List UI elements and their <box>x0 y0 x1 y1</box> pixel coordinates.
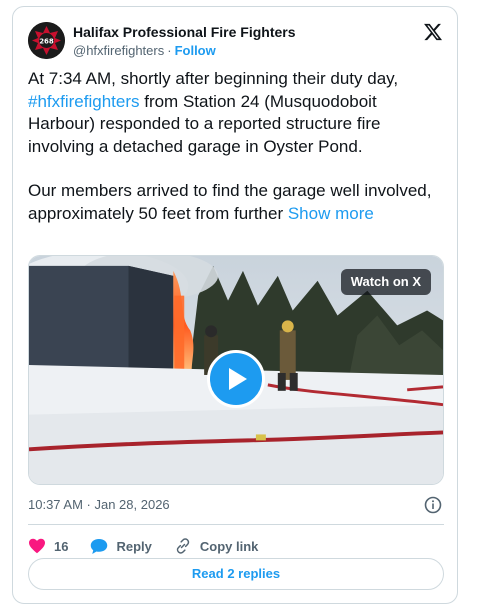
hashtag-link[interactable]: #hfxfirefighters <box>28 92 140 111</box>
play-icon <box>229 368 247 390</box>
separator: · <box>167 43 172 58</box>
action-bar: 16 Reply Copy link <box>28 532 280 560</box>
like-count: 16 <box>54 538 69 554</box>
author-meta: @hfxfirefighters · Follow <box>73 43 216 58</box>
tweet-text-segment: At 7:34 AM, shortly after beginning thei… <box>28 69 399 88</box>
show-more-link[interactable]: Show more <box>288 204 374 223</box>
author-name[interactable]: Halifax Professional Fire Fighters <box>73 24 296 40</box>
tweet-paragraph-2: Our members arrived to find the garage w… <box>28 180 443 225</box>
tweet-timestamp[interactable]: 10:37 AM · Jan 28, 2026 <box>28 497 170 512</box>
reply-label: Reply <box>116 538 152 554</box>
tweet-card: 268 Halifax Professional Fire Fighters @… <box>12 6 458 604</box>
divider <box>28 524 444 525</box>
x-logo-icon[interactable] <box>423 22 443 42</box>
link-icon <box>176 538 190 554</box>
tweet-paragraph-1: At 7:34 AM, shortly after beginning thei… <box>28 68 443 158</box>
avatar-badge-number: 268 <box>39 38 54 46</box>
reply-bubble-icon <box>91 538 108 554</box>
play-button[interactable] <box>207 350 265 408</box>
tweet-text: At 7:34 AM, shortly after beginning thei… <box>28 68 443 225</box>
follow-button[interactable]: Follow <box>175 43 216 58</box>
author-handle[interactable]: @hfxfirefighters <box>73 43 164 58</box>
copy-link-label: Copy link <box>199 538 259 554</box>
heart-icon <box>29 538 45 554</box>
video-player[interactable]: Watch on X <box>28 255 444 485</box>
copy-link-button[interactable]: Copy link <box>174 537 259 555</box>
like-button[interactable]: 16 <box>28 538 68 554</box>
reply-button[interactable]: Reply <box>90 538 152 555</box>
read-replies-button[interactable]: Read 2 replies <box>28 558 444 590</box>
watch-on-x-button[interactable]: Watch on X <box>340 269 431 295</box>
fire-fighters-logo: 268 <box>28 22 65 59</box>
info-icon[interactable] <box>424 496 442 514</box>
avatar[interactable]: 268 <box>28 22 65 59</box>
